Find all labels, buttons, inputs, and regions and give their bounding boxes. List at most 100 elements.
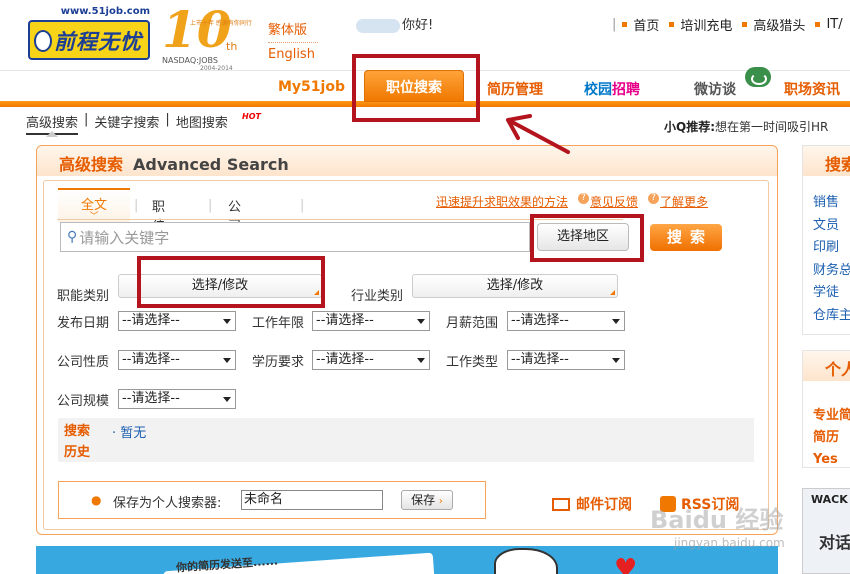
hot-search-item[interactable]: 文员	[803, 215, 850, 238]
personal-item[interactable]: 专业简	[803, 405, 850, 427]
logo-badge: 前程无忧	[28, 20, 150, 60]
search-history-value: · 暂无	[112, 426, 147, 441]
help-icon: ?	[648, 193, 660, 204]
dropdown-arrow-icon	[223, 319, 231, 324]
search-icon: ⚲	[67, 229, 78, 245]
company-size-value: --请选择--	[122, 391, 180, 406]
help-icon: ?	[578, 193, 590, 204]
anniversary-slogan: 上市十年 感谢有你同行	[190, 20, 252, 27]
chevron-right-icon: ›	[438, 496, 443, 507]
anniversary-number: 10	[162, 0, 232, 59]
tab-divider: |	[134, 198, 139, 213]
lang-divider	[268, 42, 318, 43]
logo-url: www.51job.com	[60, 6, 150, 17]
tab-divider: |	[300, 198, 305, 213]
hot-search-box: 搜索 销售 文员 印刷 财务总 学徒 仓库主	[802, 145, 850, 335]
sub-nav-keyword[interactable]: 关键字搜索	[94, 112, 159, 135]
company-size-select[interactable]: --请选择--	[118, 389, 236, 409]
searcher-name-input[interactable]: 未命名	[241, 490, 383, 510]
chat-bubble-icon	[745, 67, 771, 87]
post-date-select[interactable]: --请选择--	[118, 311, 236, 331]
annotation-box-job-search	[352, 54, 480, 122]
save-button[interactable]: 保存 ›	[401, 490, 453, 510]
company-type-label: 公司性质	[57, 355, 110, 370]
nav-career-news[interactable]: 职场资讯	[784, 79, 840, 99]
promo-label: 小Q推荐:	[664, 120, 716, 134]
work-years-value: --请选择--	[316, 313, 374, 328]
dropdown-arrow-icon	[223, 397, 231, 402]
ad-text: 对话	[819, 533, 850, 552]
top-nav-headhunter[interactable]: 高级猎头	[736, 15, 805, 34]
lang-english-link[interactable]: English	[268, 47, 315, 62]
salary-value: --请选择--	[511, 313, 569, 328]
salary-select[interactable]: --请选择--	[507, 311, 625, 331]
save-button-label: 保存	[411, 493, 436, 507]
bullet-icon: ●	[91, 493, 102, 507]
bottom-banner[interactable]: 你的简历发送至...... ♥	[36, 546, 778, 574]
bullet-icon	[815, 22, 821, 27]
top-nav-training[interactable]: 培训充电	[663, 15, 732, 34]
post-date-label: 发布日期	[57, 316, 110, 331]
promo[interactable]: 小Q推荐:想在第一时间吸引HR	[664, 118, 828, 135]
job-type-value: --请选择--	[511, 352, 569, 367]
heart-icon: ♥	[614, 554, 638, 574]
nav-resume[interactable]: 简历管理	[487, 79, 543, 99]
tips-link[interactable]: 迅速提升求职效果的方法	[436, 193, 568, 210]
ad-brand: WACK	[811, 493, 848, 506]
job-type-label: 工作类型	[446, 355, 499, 370]
education-select[interactable]: --请选择--	[312, 350, 430, 370]
top-nav-home[interactable]: | 首页	[608, 15, 659, 34]
mail-subscribe-link[interactable]: 邮件订阅	[552, 494, 632, 514]
hot-search-item[interactable]: 仓库主	[803, 305, 850, 328]
site-logo[interactable]: www.51job.com 前程无忧	[28, 6, 150, 62]
corner-triangle-icon	[610, 290, 615, 295]
work-years-label: 工作年限	[252, 316, 305, 331]
hot-badge: HOT	[242, 112, 261, 121]
top-nav-it[interactable]: IT/	[809, 15, 843, 34]
nav-campus[interactable]: 校园招聘	[584, 79, 640, 99]
nav-campus-part2: 招聘	[612, 82, 640, 98]
panel-title-en: Advanced Search	[133, 155, 289, 174]
job-type-select[interactable]: --请选择--	[507, 350, 625, 370]
envelope-icon	[552, 497, 570, 511]
dropdown-arrow-icon	[417, 319, 425, 324]
lang-traditional-link[interactable]: 繁体版	[268, 19, 307, 38]
personal-box: 个人 专业简 简历Yes	[802, 350, 850, 468]
dropdown-arrow-icon	[612, 358, 620, 363]
post-date-value: --请选择--	[122, 313, 180, 328]
panel-header: 高级搜索 Advanced Search	[37, 146, 777, 176]
annotation-box-job-category	[137, 256, 325, 308]
learn-more-link[interactable]: 了解更多	[660, 193, 708, 210]
hot-search-title: 搜索	[803, 146, 850, 176]
hot-search-item[interactable]: 学徒	[803, 282, 850, 305]
hot-search-item[interactable]: 销售	[803, 192, 850, 215]
logo-swoosh-icon	[34, 30, 52, 52]
anniversary-badge: 10 上市十年 感谢有你同行 th NASDAQ:JOBS 2004-2014	[160, 0, 252, 72]
hot-search-item[interactable]: 印刷	[803, 237, 850, 260]
bullet-icon	[622, 22, 628, 27]
top-nav-divider: |	[612, 17, 617, 32]
quick-links: 迅速提升求职效果的方法 ? 意见反馈 ? 了解更多	[436, 193, 718, 210]
nav-interview[interactable]: 微访谈	[694, 79, 736, 99]
company-type-select[interactable]: --请选择--	[118, 350, 236, 370]
ad-box[interactable]: WACK 对话	[802, 488, 850, 574]
bullet-icon	[669, 22, 675, 27]
industry-button[interactable]: 选择/修改	[412, 274, 618, 298]
promo-text: 想在第一时间吸引HR	[715, 120, 829, 134]
cartoon-figure-icon	[494, 548, 558, 574]
tab-fulltext[interactable]: 全文 ﹀	[58, 188, 130, 222]
hot-search-item[interactable]: 财务总	[803, 260, 850, 283]
nav-my51job[interactable]: My51job	[278, 79, 345, 95]
personal-item[interactable]: 简历Yes	[803, 427, 850, 471]
tab-fulltext-label: 全文	[80, 198, 107, 213]
sub-nav-map[interactable]: 地图搜索	[176, 112, 228, 135]
search-button[interactable]: 搜索	[650, 224, 722, 251]
dropdown-arrow-icon	[223, 358, 231, 363]
education-value: --请选择--	[316, 352, 374, 367]
annotation-box-region	[530, 214, 644, 262]
work-years-select[interactable]: --请选择--	[312, 311, 430, 331]
feedback-link[interactable]: 意见反馈	[590, 193, 638, 210]
watermark: Baidu 经验	[650, 506, 784, 534]
salary-label: 月薪范围	[446, 316, 499, 331]
keyword-input[interactable]: ⚲ 请输入关键字	[60, 222, 530, 252]
